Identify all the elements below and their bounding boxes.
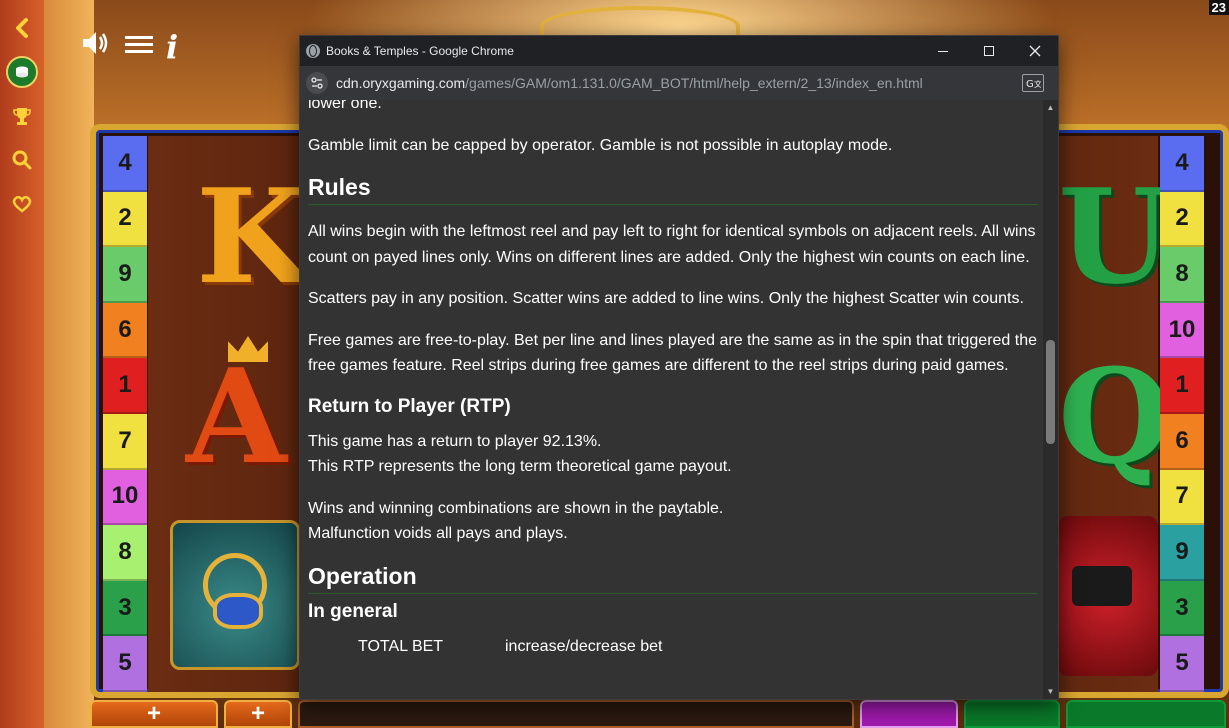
payline-numbers-left: 4 2 9 6 1 7 10 8 3 5 xyxy=(103,136,147,692)
search-icon[interactable] xyxy=(6,144,38,176)
payline-number-left: 7 xyxy=(103,413,147,470)
rules-heading: Rules xyxy=(308,174,1038,205)
symbol-treasure xyxy=(1058,516,1158,676)
rules-paragraph-3: Free games are free-to-play. Bet per lin… xyxy=(308,331,1037,375)
in-general-heading: In general xyxy=(308,600,398,622)
treasure-chest-icon xyxy=(1072,566,1132,606)
maximize-icon xyxy=(984,46,994,56)
close-icon xyxy=(1029,45,1041,57)
payline-number-right: 5 xyxy=(1160,636,1204,692)
payline-number-left: 4 xyxy=(103,136,147,192)
url-host: cdn.oryxgaming.com xyxy=(336,75,466,91)
speaker-icon[interactable] xyxy=(78,28,112,66)
pillar-left xyxy=(44,0,94,728)
payline-number-left: 9 xyxy=(103,247,147,303)
wins-line-2: Malfunction voids all pays and plays. xyxy=(308,525,568,542)
site-settings-icon[interactable] xyxy=(306,72,328,94)
eye-of-horus-icon xyxy=(213,593,263,629)
lines-increase-button[interactable]: + xyxy=(224,700,292,728)
symbol-amulet xyxy=(170,520,300,670)
message-bar xyxy=(298,700,854,728)
gamble-button[interactable] xyxy=(964,700,1060,728)
scroll-down-icon[interactable]: ▼ xyxy=(1043,684,1058,699)
payline-number-right: 4 xyxy=(1160,136,1204,192)
chevron-left-icon[interactable] xyxy=(6,12,38,44)
payline-number-left: 6 xyxy=(103,302,147,359)
payline-numbers-right: 4 2 8 10 1 6 7 9 3 5 xyxy=(1160,136,1204,692)
payline-number-right: 7 xyxy=(1160,469,1204,526)
payline-number-right: 8 xyxy=(1160,247,1204,303)
rtp-paragraph: This game has a return to player 92.13%.… xyxy=(308,429,1038,480)
operation-heading: Operation xyxy=(308,563,1038,594)
maximize-button[interactable] xyxy=(966,36,1012,66)
payline-number-right: 6 xyxy=(1160,413,1204,470)
payline-number-left: 3 xyxy=(103,580,147,637)
rtp-heading: Return to Player (RTP) xyxy=(308,395,511,417)
trophy-icon[interactable] xyxy=(6,100,38,132)
game-sidebar xyxy=(0,0,44,728)
bet-increase-button[interactable]: + xyxy=(90,700,218,728)
operation-key: TOTAL BET xyxy=(358,637,444,655)
browser-window: Books & Temples - Google Chrome cdn.oryx… xyxy=(299,35,1059,700)
payline-number-right: 3 xyxy=(1160,580,1204,637)
url-path: /games/GAM/om1.131.0/GAM_BOT/html/help_e… xyxy=(465,75,923,91)
operation-row: TOTAL BET increase/decrease bet xyxy=(308,634,1038,660)
globe-icon xyxy=(306,44,320,58)
coin-icon[interactable] xyxy=(6,56,38,88)
minimize-icon xyxy=(938,50,948,52)
gamble-limit-text: Gamble limit can be capped by operator. … xyxy=(308,136,893,154)
minimize-button[interactable] xyxy=(920,36,966,66)
help-content: lower one. Gamble limit can be capped by… xyxy=(308,100,1038,659)
game-top-controls: i xyxy=(78,28,178,66)
autoplay-button[interactable] xyxy=(860,700,958,728)
close-button[interactable] xyxy=(1012,36,1058,66)
svg-text:文: 文 xyxy=(1034,79,1041,89)
symbol-a: A xyxy=(186,340,287,493)
address-bar: cdn.oryxgaming.com/games/GAM/om1.131.0/G… xyxy=(300,66,1058,100)
payline-number-right: 10 xyxy=(1160,302,1204,359)
url-field[interactable]: cdn.oryxgaming.com/games/GAM/om1.131.0/G… xyxy=(336,75,1022,91)
rules-paragraph-1: All wins begin with the leftmost reel an… xyxy=(308,223,1036,266)
info-icon[interactable]: i xyxy=(166,28,178,66)
game-bottom-bar: + + xyxy=(90,700,1229,728)
corner-counter: 23 xyxy=(1208,0,1229,15)
symbol-k: K xyxy=(196,160,309,313)
rules-paragraph-2: Scatters pay in any position. Scatter wi… xyxy=(308,290,1024,307)
scroll-up-icon[interactable]: ▲ xyxy=(1043,100,1058,115)
hamburger-icon[interactable] xyxy=(122,30,156,64)
payline-number-right: 1 xyxy=(1160,358,1204,414)
payline-number-left: 1 xyxy=(103,358,147,414)
symbol-q: Q xyxy=(1058,340,1172,493)
spin-button[interactable] xyxy=(1066,700,1226,728)
payline-number-right: 2 xyxy=(1160,191,1204,248)
payline-number-left: 5 xyxy=(103,636,147,692)
scrollbar[interactable]: ▲ ▼ xyxy=(1043,100,1058,699)
rtp-line-2: This RTP represents the long term theore… xyxy=(308,458,732,475)
symbol-u: U xyxy=(1058,160,1172,313)
page-viewport[interactable]: lower one. Gamble limit can be capped by… xyxy=(300,100,1058,699)
svg-text:G: G xyxy=(1026,79,1034,89)
payline-number-right: 9 xyxy=(1160,525,1204,581)
wins-paragraph: Wins and winning combinations are shown … xyxy=(308,496,1038,547)
payline-number-left: 8 xyxy=(103,525,147,581)
browser-title-bar: Books & Temples - Google Chrome xyxy=(300,36,1058,66)
payline-number-left: 2 xyxy=(103,191,147,248)
translate-icon[interactable]: G文 xyxy=(1022,74,1044,92)
partial-text: lower one. xyxy=(308,100,382,112)
scroll-thumb[interactable] xyxy=(1046,340,1055,444)
rtp-line-1: This game has a return to player 92.13%. xyxy=(308,432,602,450)
wins-line-1: Wins and winning combinations are shown … xyxy=(308,499,724,517)
payline-number-left: 10 xyxy=(103,469,147,526)
operation-value: increase/decrease bet xyxy=(505,637,663,655)
heart-icon[interactable] xyxy=(6,188,38,220)
window-title: Books & Temples - Google Chrome xyxy=(326,44,514,58)
